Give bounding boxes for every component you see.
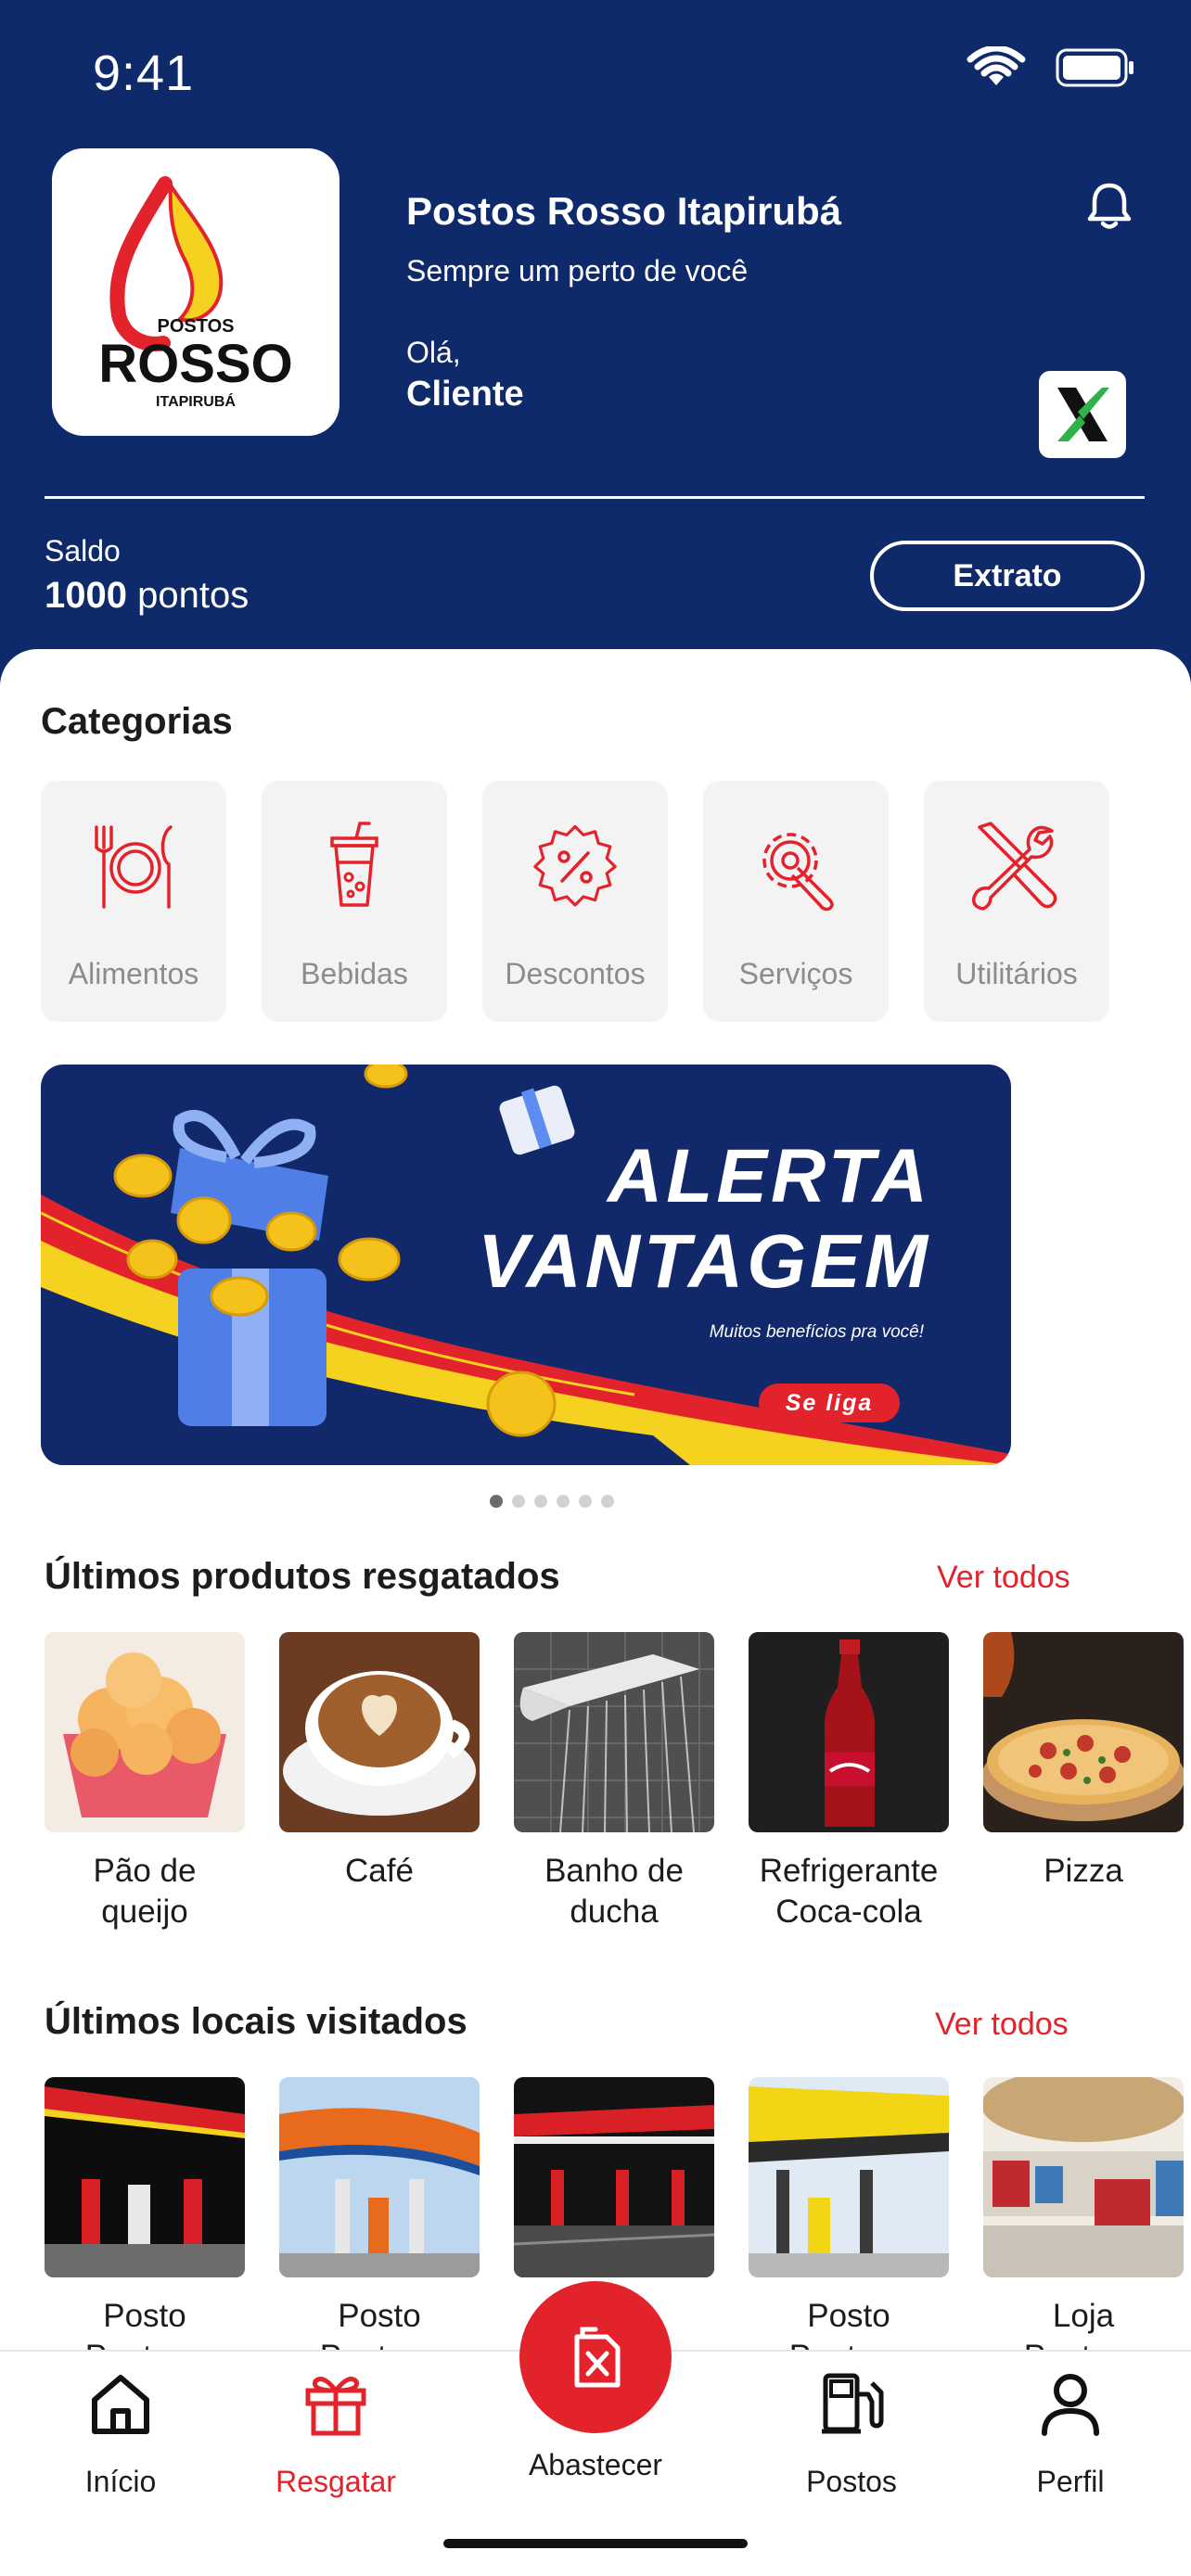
place-image-station-rain: [514, 2077, 714, 2277]
category-alimentos[interactable]: Alimentos: [41, 781, 226, 1022]
banner-cta-button[interactable]: Se liga: [759, 1384, 900, 1422]
place-image-store: [983, 2077, 1184, 2277]
notification-bell-icon[interactable]: [1087, 182, 1132, 230]
product-image-pizza: [983, 1632, 1184, 1832]
gear-wrench-icon: [762, 833, 834, 912]
extrato-button[interactable]: Extrato: [870, 541, 1145, 611]
flame-drop-icon: POSTOS ROSSO ITAPIRUBÁ: [98, 176, 293, 410]
fuel-pump-icon: [822, 2373, 884, 2434]
nav-label: Resgatar: [275, 2465, 396, 2498]
category-label: Alimentos: [68, 957, 199, 990]
brand-name: Postos Rosso Itapirubá: [406, 189, 842, 233]
categories-title: Categorias: [41, 701, 233, 742]
carousel-dot[interactable]: [601, 1495, 614, 1508]
nav-label: Postos: [806, 2465, 897, 2498]
place-tile[interactable]: Posto Pontuax: [749, 2077, 949, 2378]
status-icons: [967, 46, 1135, 89]
product-caption: Café: [345, 1853, 414, 1889]
categories-list: Alimentos Bebidas Descontos Serviços Uti…: [41, 781, 1109, 1022]
plate-cutlery-icon: [95, 825, 173, 909]
place-image-station-yellow: [749, 2077, 949, 2277]
promo-banner[interactable]: ALERTA VANTAGEM Muitos benefícios pra vo…: [41, 1065, 1011, 1465]
balance-value: 1000 pontos: [45, 575, 249, 617]
wifi-icon: [967, 46, 1026, 85]
product-tile[interactable]: Pão de queijo: [45, 1632, 245, 1932]
product-image-shower: [514, 1632, 714, 1832]
place-tile[interactable]: Posto Pontuax: [45, 2077, 245, 2378]
banner-title-line2: VANTAGEM: [477, 1219, 931, 1304]
redeemed-title: Últimos produtos resgatados: [45, 1556, 560, 1597]
abastecer-label: Abastecer: [528, 2448, 663, 2481]
redeemed-list: Pão de queijo Café Banho de ducha Refrig…: [45, 1632, 1184, 1932]
balance-unit: pontos: [137, 575, 250, 616]
product-tile[interactable]: Banho de ducha: [514, 1632, 714, 1932]
home-indicator: [443, 2539, 748, 2548]
battery-icon: [1056, 48, 1133, 87]
status-time: 9:41: [93, 45, 195, 101]
category-descontos[interactable]: Descontos: [482, 781, 668, 1022]
product-tile[interactable]: Refrigerante Coca-cola: [749, 1632, 949, 1932]
product-caption: Pão de queijo: [93, 1853, 197, 1930]
logo-line3: ITAPIRUBÁ: [156, 392, 236, 410]
carousel-dot[interactable]: [490, 1495, 503, 1508]
category-servicos[interactable]: Serviços: [703, 781, 889, 1022]
drink-cup-icon: [330, 822, 378, 907]
product-caption: Refrigerante Coca-cola: [759, 1853, 939, 1930]
user-icon: [1042, 2374, 1099, 2436]
partner-x-button[interactable]: [1039, 371, 1126, 458]
user-name: Cliente: [406, 375, 524, 414]
category-label: Bebidas: [301, 957, 408, 990]
logo-line2: ROSSO: [98, 334, 293, 394]
app-header: 9:41 POSTOS ROSSO ITAPIRUBÁ Postos Rosso…: [0, 0, 1191, 705]
discount-badge-icon: [533, 824, 617, 907]
greeting: Olá,: [406, 336, 461, 369]
category-utilitarios[interactable]: Utilitários: [924, 781, 1109, 1022]
place-image-station-night: [45, 2077, 245, 2277]
fuel-can-icon: [574, 2327, 621, 2388]
nav-label: Perfil: [1036, 2465, 1105, 2498]
category-label: Utilitários: [955, 957, 1078, 990]
visited-title: Últimos locais visitados: [45, 2001, 467, 2042]
product-tile[interactable]: Pizza: [983, 1632, 1184, 1932]
product-tile[interactable]: Café: [279, 1632, 480, 1932]
carousel-dot[interactable]: [512, 1495, 525, 1508]
place-tile[interactable]: Loja Pontuax: [983, 2077, 1184, 2378]
x-logo-icon: [1057, 388, 1109, 441]
category-label: Serviços: [738, 957, 853, 990]
place-image-station-day: [279, 2077, 480, 2277]
product-caption: Pizza: [1044, 1853, 1123, 1889]
carousel-dot[interactable]: [579, 1495, 592, 1508]
banner-subtitle: Muitos benefícios pra você!: [709, 1322, 924, 1342]
product-image-coca-cola: [749, 1632, 949, 1832]
gift-icon: [305, 2377, 366, 2436]
product-image-cheese-bread: [45, 1632, 245, 1832]
tools-icon: [971, 822, 1057, 911]
visited-see-all-link[interactable]: Ver todos: [935, 2007, 1069, 2043]
brand-logo: POSTOS ROSSO ITAPIRUBÁ: [52, 148, 339, 436]
balance-points: 1000: [45, 575, 127, 616]
carousel-dot[interactable]: [557, 1495, 570, 1508]
category-label: Descontos: [505, 957, 646, 990]
home-icon: [92, 2375, 149, 2434]
carousel-dot[interactable]: [534, 1495, 547, 1508]
balance-label: Saldo: [45, 534, 121, 567]
category-bebidas[interactable]: Bebidas: [262, 781, 447, 1022]
place-tile[interactable]: Posto Pontuax: [279, 2077, 480, 2378]
brand-tagline: Sempre um perto de você: [406, 254, 749, 287]
product-caption: Banho de ducha: [544, 1853, 684, 1930]
carousel-dots: [490, 1495, 614, 1508]
redeemed-see-all-link[interactable]: Ver todos: [937, 1560, 1070, 1596]
nav-label: Início: [84, 2465, 157, 2498]
abastecer-fab-button[interactable]: [519, 2281, 672, 2433]
product-image-coffee: [279, 1632, 480, 1832]
banner-title-line1: ALERTA: [608, 1134, 931, 1218]
header-divider: [45, 496, 1145, 499]
